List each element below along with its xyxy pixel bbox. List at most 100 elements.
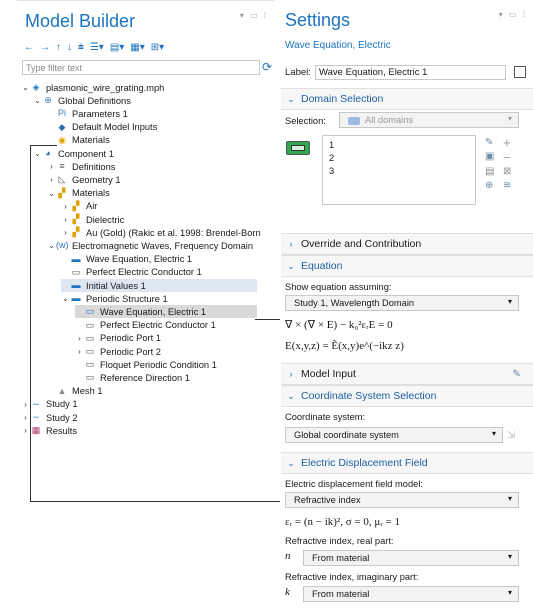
active-selection-toggle[interactable] bbox=[286, 141, 310, 155]
study-dropdown[interactable]: Study 1, Wavelength Domain ▾ bbox=[285, 295, 519, 311]
paint-icon[interactable]: ✎ bbox=[485, 137, 493, 148]
tree-node-label: Materials bbox=[72, 188, 110, 199]
tree-node[interactable]: › ▞ Dielectric bbox=[61, 213, 124, 226]
tree-node[interactable]: ⌄ ⊕ Global Definitions bbox=[33, 94, 131, 107]
toolbar-button[interactable]: ⊞▾ bbox=[151, 42, 164, 53]
tree-node[interactable]: › ≡ Definitions bbox=[47, 160, 115, 173]
toolbar-button[interactable]: ☰▾ bbox=[90, 42, 104, 53]
node-icon: ▬ bbox=[71, 280, 81, 290]
tree-node[interactable]: › ◺ Geometry 1 bbox=[47, 173, 120, 186]
chevron-icon[interactable]: › bbox=[21, 426, 30, 435]
toolbar-button[interactable]: ↑ bbox=[56, 42, 61, 53]
tree-node[interactable]: ⌄ ▞ Materials bbox=[47, 187, 110, 200]
chevron-icon[interactable]: › bbox=[21, 413, 30, 422]
section-domain-selection[interactable]: ⌄ Domain Selection bbox=[281, 88, 533, 110]
domain-list[interactable]: 1 2 3 bbox=[322, 135, 476, 205]
n-symbol: n bbox=[285, 550, 291, 562]
tree-node[interactable]: ▭ Wave Equation, Electric 1 bbox=[75, 305, 257, 319]
section-model-input[interactable]: › Model Input ✎ bbox=[281, 363, 533, 385]
tree-node-label: Periodic Port 2 bbox=[100, 346, 161, 357]
chevron-icon[interactable]: › bbox=[75, 334, 84, 343]
filter-input[interactable]: Type filter text bbox=[22, 60, 260, 75]
selection-dropdown[interactable]: All domains ▾ bbox=[339, 112, 519, 128]
tree-node[interactable]: ▭ Reference Direction 1 bbox=[75, 371, 190, 384]
tree-node[interactable]: ▬ Initial Values 1 bbox=[61, 279, 257, 292]
minus-icon[interactable]: − bbox=[503, 150, 511, 165]
tree-node[interactable]: ◆ Default Model Inputs bbox=[47, 121, 158, 134]
toolbar-button[interactable]: ← bbox=[24, 42, 34, 53]
chevron-icon[interactable]: ⌄ bbox=[33, 149, 42, 158]
paste-icon[interactable]: ▤ bbox=[485, 166, 494, 177]
clear-icon[interactable]: ⊠ bbox=[503, 166, 511, 177]
coordinate-dropdown[interactable]: Global coordinate system ▾ bbox=[285, 427, 503, 443]
tree-node[interactable]: ⌄ ◈ plasmonic_wire_grating.mph bbox=[21, 81, 164, 94]
edit-icon[interactable]: ✎ bbox=[512, 368, 521, 380]
app-window: Model Builder ▾ ▭ ⁞ ← → ↑ ↓ ⩧ ☰▾ ▤▾ ▦▾ ⊞▾ Type f… bbox=[0, 0, 533, 612]
tree-node-label: Study 2 bbox=[46, 412, 78, 423]
group-icon[interactable]: ≋ bbox=[503, 180, 511, 191]
tree-node[interactable]: › ▭ Periodic Port 2 bbox=[75, 345, 161, 358]
toolbar-button[interactable]: ▤▾ bbox=[110, 42, 124, 53]
tree-node-label: Mesh 1 bbox=[72, 386, 103, 397]
real-part-dropdown[interactable]: From material ▾ bbox=[303, 550, 519, 566]
tree-node[interactable]: › ▭ Periodic Port 1 bbox=[75, 332, 161, 345]
tree-node-label: Wave Equation, Electric 1 bbox=[100, 306, 207, 317]
chevron-icon[interactable]: ⌄ bbox=[21, 83, 30, 92]
chevron-icon[interactable]: › bbox=[61, 215, 70, 224]
go-to-source-icon[interactable]: ⇲ bbox=[507, 430, 515, 441]
chevron-icon[interactable]: › bbox=[47, 175, 56, 184]
node-icon: ▞ bbox=[72, 214, 80, 224]
section-electric-displacement[interactable]: ⌄ Electric Displacement Field bbox=[281, 452, 533, 474]
plus-icon[interactable]: + bbox=[503, 135, 511, 150]
settings-panel-controls[interactable]: ▾ ▭ ⁞ bbox=[499, 10, 527, 19]
chevron-icon[interactable]: › bbox=[47, 162, 56, 171]
toolbar-button[interactable]: ▦▾ bbox=[130, 42, 144, 53]
connector-bracket-bottom bbox=[30, 501, 280, 502]
section-override[interactable]: › Override and Contribution bbox=[281, 233, 533, 255]
chevron-icon[interactable]: ⌄ bbox=[33, 96, 42, 105]
zoom-selection-icon[interactable]: ⊕ bbox=[485, 180, 493, 191]
tree-node-label: Floquet Periodic Condition 1 bbox=[100, 359, 217, 370]
chevron-icon[interactable]: ⌄ bbox=[61, 294, 70, 303]
tree-node[interactable]: ▲ Mesh 1 bbox=[47, 385, 103, 398]
tree-node[interactable]: › ▞ Air bbox=[61, 200, 97, 213]
tree-node-label: Default Model Inputs bbox=[72, 122, 158, 133]
tree-node[interactable]: › ▞ Au (Gold) (Rakic et al. 1998: Brendel-… bbox=[61, 226, 261, 239]
list-item[interactable]: 1 bbox=[329, 139, 475, 152]
tree-node[interactable]: ▬ Wave Equation, Electric 1 bbox=[61, 253, 193, 266]
tree-node[interactable]: ⌄ ◕ Component 1 bbox=[33, 147, 114, 160]
chevron-icon[interactable]: ⌄ bbox=[47, 189, 56, 198]
tree-node[interactable]: ⌄ ▬ Periodic Structure 1 bbox=[61, 292, 168, 305]
node-icon: ▞ bbox=[58, 187, 66, 198]
toolbar-button[interactable]: ⩧ bbox=[78, 42, 84, 53]
edf-model-dropdown[interactable]: Refractive index ▾ bbox=[285, 492, 519, 508]
label-edit-icon[interactable] bbox=[514, 66, 526, 78]
toolbar-button[interactable]: ↓ bbox=[67, 42, 72, 53]
imag-part-dropdown[interactable]: From material ▾ bbox=[303, 586, 519, 602]
list-item[interactable]: 3 bbox=[329, 165, 475, 178]
section-equation[interactable]: ⌄ Equation bbox=[281, 255, 533, 277]
tree-node-label: Study 1 bbox=[46, 399, 78, 410]
chevron-icon[interactable]: › bbox=[21, 400, 30, 409]
node-icon: ▭ bbox=[71, 266, 81, 277]
refresh-filter-icon[interactable]: ⟳ bbox=[262, 61, 274, 74]
connector-bracket bbox=[30, 145, 31, 501]
toolbar-button[interactable]: → bbox=[40, 42, 50, 53]
tree-node[interactable]: ▭ Perfect Electric Conductor 1 bbox=[75, 319, 216, 332]
node-icon: ▬ bbox=[71, 253, 81, 264]
label-field[interactable]: Wave Equation, Electric 1 bbox=[315, 65, 506, 80]
chevron-icon[interactable]: › bbox=[61, 202, 70, 211]
panel-controls[interactable]: ▾ ▭ ⁞ bbox=[240, 11, 268, 20]
list-item[interactable]: 2 bbox=[329, 152, 475, 165]
tree-node-label: Dielectric bbox=[86, 214, 125, 225]
chevron-icon[interactable]: › bbox=[75, 347, 84, 356]
chevron-icon[interactable]: ⌄ bbox=[47, 241, 56, 250]
section-coordinate-system[interactable]: ⌄ Coordinate System Selection bbox=[281, 385, 533, 407]
chevron-icon[interactable]: › bbox=[61, 228, 70, 237]
tree-node[interactable]: Pi Parameters 1 bbox=[47, 107, 128, 120]
tree-node[interactable]: ⌄ (w) Electromagnetic Waves, Frequency Dom… bbox=[47, 239, 253, 252]
tree-node[interactable]: ▭ Perfect Electric Conductor 1 bbox=[61, 266, 202, 279]
edf-equation: εᵣ = (n − ik)², σ = 0, μᵣ = 1 bbox=[285, 516, 400, 528]
tree-node[interactable]: ▭ Floquet Periodic Condition 1 bbox=[75, 358, 217, 371]
copy-icon[interactable]: ▣ bbox=[485, 151, 494, 162]
